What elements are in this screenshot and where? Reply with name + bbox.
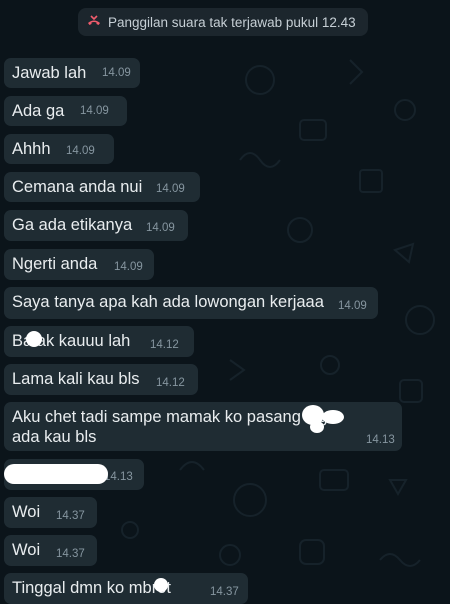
message-time: 14.09: [80, 105, 109, 117]
message-bubble[interactable]: Ada ga 14.09: [4, 96, 127, 126]
message-bubble[interactable]: Ga ada etikanya 14.09: [4, 210, 188, 241]
message-bubble[interactable]: Woi 14.37: [4, 535, 97, 566]
redaction-mark: [310, 421, 324, 433]
message-bubble[interactable]: Aku chet tadi sampe mamak ko pasang x ga…: [4, 402, 402, 451]
message-text-line2: ada kau bls: [12, 428, 97, 446]
message-time: 14.09: [156, 183, 185, 195]
redaction-mark: [322, 410, 344, 424]
message-bubble[interactable]: Saya tanya apa kah ada lowongan kerjaaa …: [4, 287, 378, 319]
message-text: Woi: [12, 503, 41, 521]
message-text: Woi: [12, 541, 41, 559]
redaction-mark: [26, 331, 42, 347]
message-time: 14.37: [56, 548, 85, 560]
message-text: Ahhh: [12, 140, 51, 158]
message-text: Tinggal dmn ko mbrot: [12, 579, 171, 597]
missed-call-notice: Panggilan suara tak terjawab pukul 12.43: [78, 8, 368, 36]
message-time: 14.12: [156, 377, 185, 389]
message-time: 14.13: [366, 434, 395, 446]
message-text: Ada ga: [12, 102, 65, 120]
missed-call-icon: [88, 15, 100, 25]
message-time: 14.09: [102, 67, 131, 79]
message-bubble[interactable]: Ba ak kauuu lah 14.12: [4, 326, 194, 357]
message-time: 14.09: [146, 222, 175, 234]
message-text: Ga ada etikanya: [12, 216, 133, 234]
message-text: Saya tanya apa kah ada lowongan kerjaaa: [12, 293, 324, 311]
redaction-mark: [4, 464, 108, 484]
message-bubble[interactable]: Woi 14.37: [4, 497, 97, 528]
missed-call-text: Panggilan suara tak terjawab pukul 12.43: [108, 14, 356, 30]
message-time: 14.13: [104, 471, 133, 483]
message-time: 14.37: [56, 510, 85, 522]
message-time: 14.09: [114, 261, 143, 273]
message-text: Cemana anda nui: [12, 178, 143, 196]
message-text: Lama kali kau bls: [12, 370, 140, 388]
message-time: 14.12: [150, 339, 179, 351]
message-bubble[interactable]: Jawab lah 14.09: [4, 58, 140, 88]
message-text: Jawab lah: [12, 64, 87, 82]
message-time: 14.37: [210, 586, 239, 598]
redaction-mark: [154, 578, 168, 592]
message-bubble[interactable]: Tinggal dmn ko mbrot 14.37: [4, 573, 248, 604]
message-bubble[interactable]: Ngerti anda 14.09: [4, 249, 154, 280]
message-bubble[interactable]: Cemana anda nui 14.09: [4, 172, 200, 202]
message-bubble[interactable]: Lama kali kau bls 14.12: [4, 364, 198, 395]
message-bubble[interactable]: Ahhh 14.09: [4, 134, 114, 164]
message-bubble[interactable]: 14.13: [4, 459, 144, 490]
message-time: 14.09: [338, 300, 367, 312]
chat-area: Panggilan suara tak terjawab pukul 12.43…: [0, 0, 450, 604]
message-text: Ngerti anda: [12, 255, 98, 273]
message-time: 14.09: [66, 145, 95, 157]
message-text-line1: Aku chet tadi sampe mamak ko pasang x ga: [12, 408, 337, 426]
